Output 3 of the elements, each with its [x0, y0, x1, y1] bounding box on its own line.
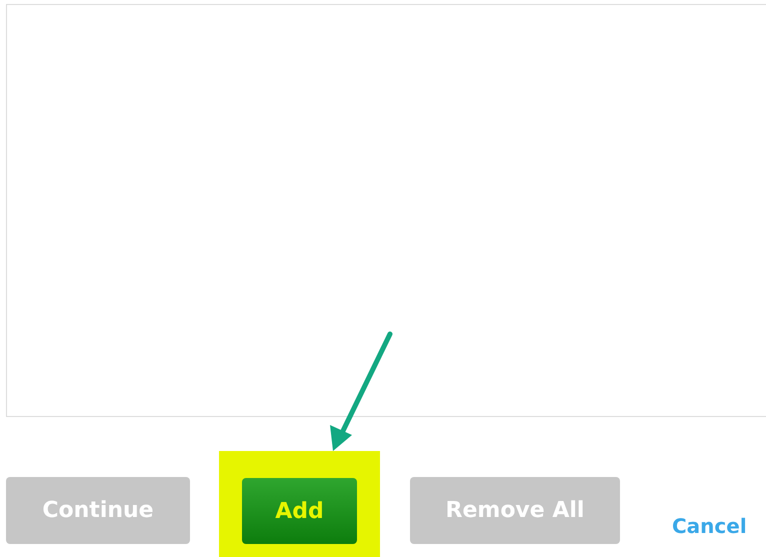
cancel-link[interactable]: Cancel — [672, 511, 747, 541]
list-box[interactable] — [6, 4, 766, 417]
add-button[interactable]: Add — [242, 478, 357, 544]
